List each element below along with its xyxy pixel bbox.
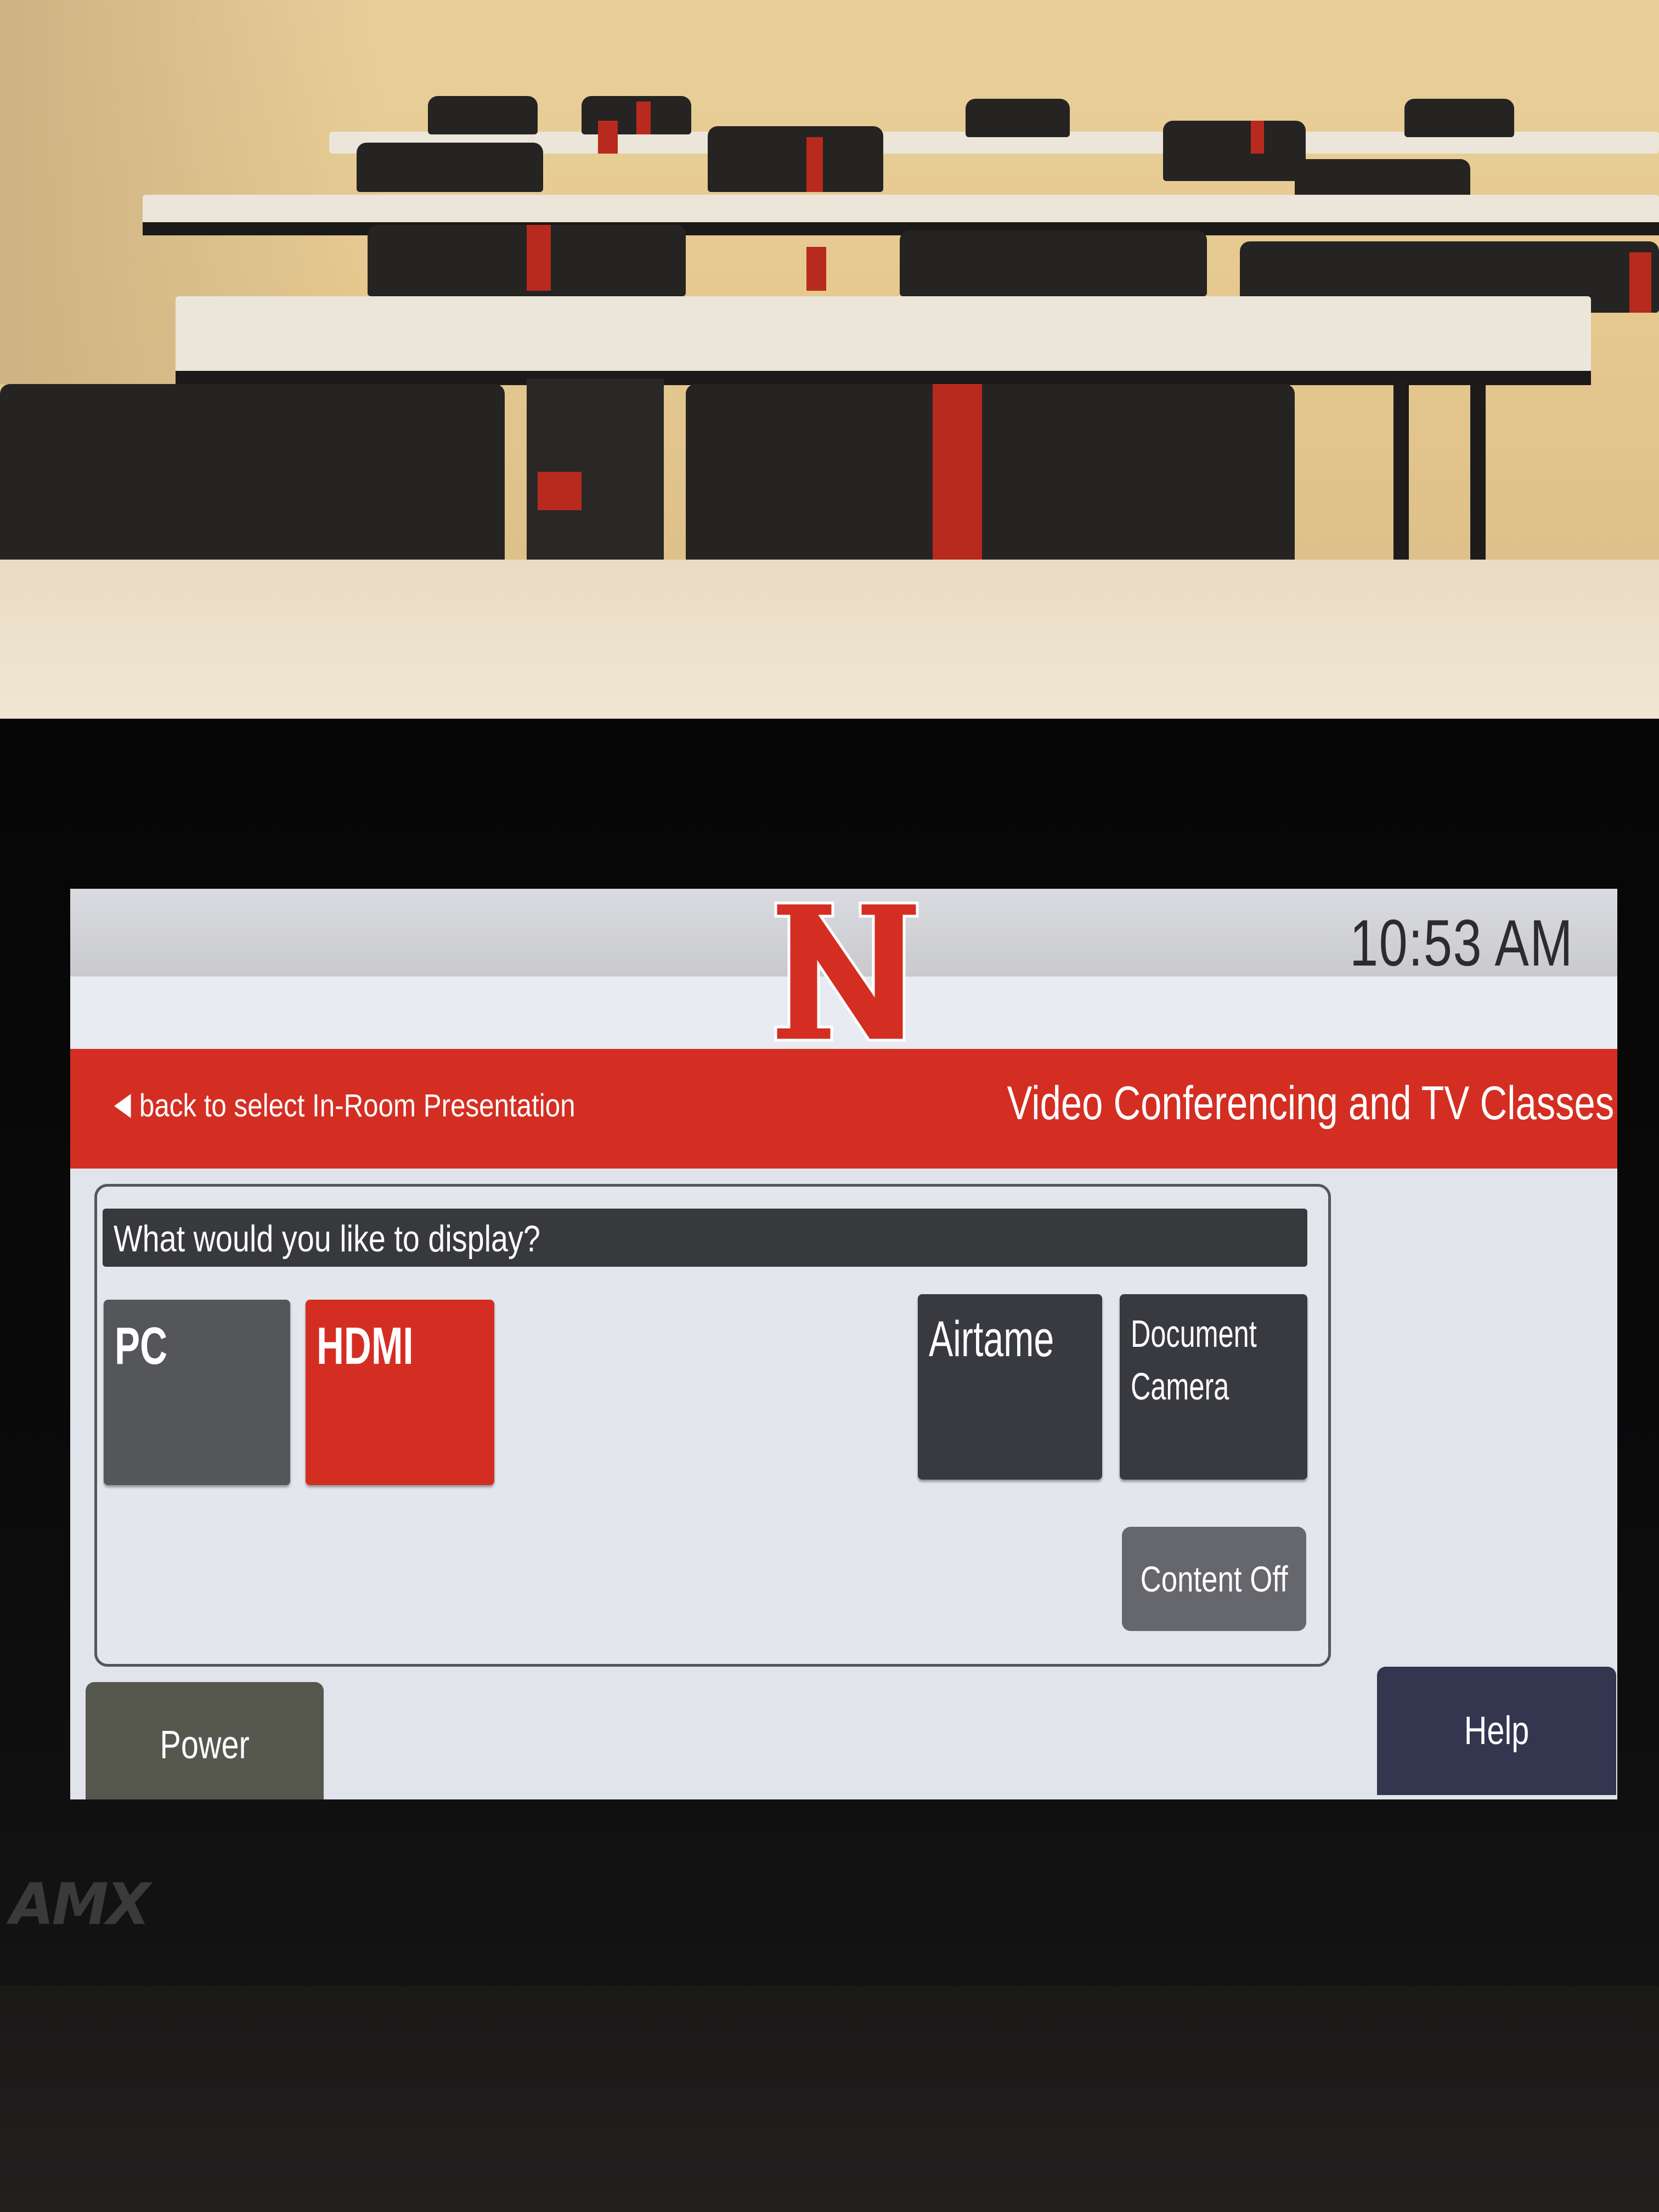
navigation-bar: back to select In-Room Presentation Vide…: [70, 1049, 1617, 1169]
content-off-button[interactable]: Content Off: [1122, 1527, 1306, 1631]
left-triangle-icon: [114, 1093, 131, 1118]
back-button[interactable]: back to select In-Room Presentation: [114, 1087, 575, 1124]
chair: [1163, 121, 1306, 181]
chair-stripe: [933, 384, 982, 582]
chair-stripe: [1251, 121, 1264, 154]
chair: [0, 384, 505, 582]
prompt-bar: What would you like to display?: [103, 1209, 1307, 1267]
source-selection-panel: What would you like to display? PC HDMI …: [94, 1184, 1331, 1667]
chair: [428, 96, 538, 134]
chair-stripe: [527, 225, 551, 291]
help-button[interactable]: Help: [1377, 1667, 1616, 1795]
content-off-label: Content Off: [1140, 1559, 1288, 1599]
nebraska-n-logo: [774, 901, 919, 1042]
desk: [143, 195, 1659, 225]
chair: [966, 99, 1070, 137]
desk-leg: [1393, 379, 1409, 582]
power-button[interactable]: Power: [86, 1682, 324, 1799]
chair: [1404, 99, 1514, 137]
near-desk-surface: [0, 560, 1659, 730]
page-title: Video Conferencing and TV Classes: [1007, 1077, 1614, 1130]
prompt-text: What would you like to display?: [114, 1218, 540, 1260]
classroom-background: [0, 0, 1659, 730]
chair: [900, 230, 1207, 296]
chair-stripe: [806, 137, 823, 192]
clock: 10:53 AM: [1350, 906, 1573, 980]
chair: [686, 384, 1295, 587]
source-pc-button[interactable]: PC: [104, 1300, 290, 1485]
source-document-camera-button[interactable]: Document Camera: [1120, 1294, 1307, 1480]
touch-screen: 10:53 AM back to select In-Room Presenta…: [70, 889, 1617, 1799]
chair: [708, 126, 883, 192]
back-label: back to select In-Room Presentation: [139, 1088, 575, 1124]
panel-base: [0, 1986, 1659, 2212]
amx-logo: AMX: [10, 1871, 150, 1938]
source-hdmi-button[interactable]: HDMI: [306, 1300, 494, 1485]
source-label: Airtame: [929, 1311, 1054, 1367]
chair-stripe: [1629, 252, 1651, 313]
help-label: Help: [1464, 1709, 1530, 1753]
power-label: Power: [160, 1723, 250, 1767]
source-label: HDMI: [317, 1317, 414, 1375]
chair-stripe: [598, 121, 618, 154]
chair-stripe: [636, 101, 651, 134]
source-label: Document Camera: [1131, 1312, 1257, 1408]
chair-stripe: [806, 247, 826, 291]
desk-edge: [176, 371, 1591, 385]
desk: [176, 296, 1591, 373]
chair: [357, 143, 543, 192]
chair-stripe: [538, 472, 582, 510]
source-airtame-button[interactable]: Airtame: [918, 1294, 1102, 1480]
source-label: PC: [115, 1317, 168, 1375]
